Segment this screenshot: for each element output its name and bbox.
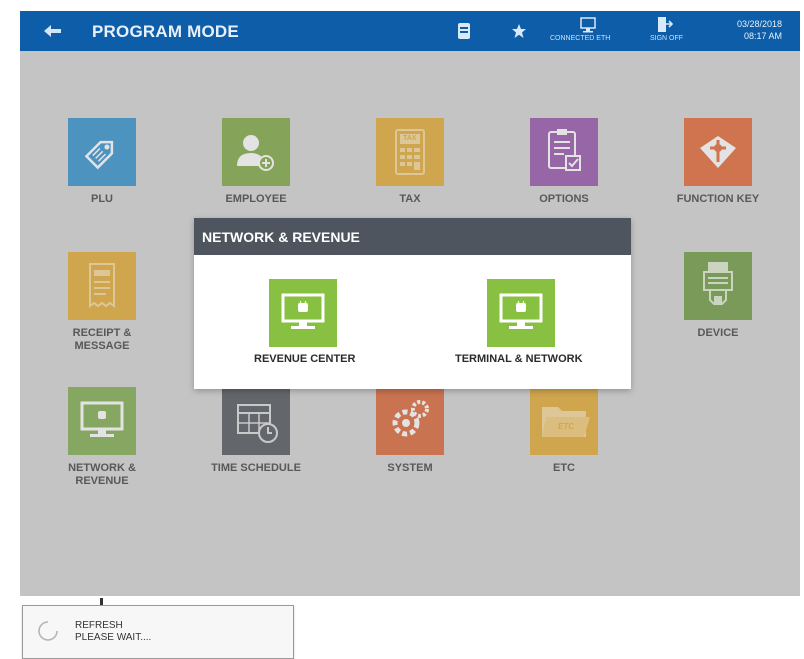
android-monitor-icon (487, 279, 555, 347)
time-text: 08:17 AM (743, 31, 782, 41)
pos-screen: PROGRAM MODE CONNECTED ETH SIGN OFF 03/2… (20, 11, 800, 596)
android-monitor-icon (269, 279, 337, 347)
date-text: 03/28/2018 (736, 19, 782, 29)
refresh-message: PLEASE WAIT.... (75, 632, 152, 643)
top-bar: PROGRAM MODE CONNECTED ETH SIGN OFF 03/2… (20, 11, 800, 51)
sign-off-label[interactable]: SIGN OFF (650, 35, 683, 42)
clock: 03/28/2018 08:17 AM (737, 18, 782, 42)
refresh-toast: REFRESH PLEASE WAIT.... (22, 605, 294, 659)
terminal-network-label: TERMINAL & NETWORK (455, 353, 583, 365)
refresh-title: REFRESH (75, 620, 123, 631)
star-icon[interactable] (511, 23, 527, 39)
sign-off-icon[interactable] (657, 16, 673, 33)
network-monitor-icon[interactable] (578, 17, 598, 33)
dialog-header: NETWORK & REVENUE (194, 218, 631, 255)
revenue-center-label: REVENUE CENTER (254, 353, 356, 365)
dialog-title: NETWORK & REVENUE (202, 229, 360, 245)
connection-status: CONNECTED ETH (550, 35, 611, 42)
network-revenue-dialog: NETWORK & REVENUE REVENUE CENTER TERMINA… (194, 218, 631, 389)
document-icon[interactable] (457, 22, 471, 40)
loading-spinner-icon (38, 621, 58, 641)
back-arrow-icon[interactable] (42, 22, 64, 40)
page-title: PROGRAM MODE (92, 22, 239, 41)
